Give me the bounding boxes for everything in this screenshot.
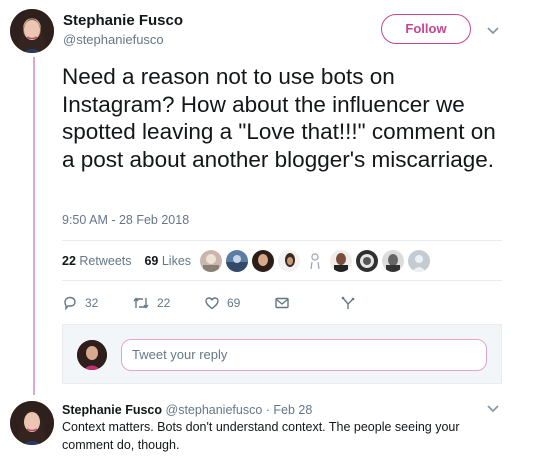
author-handle[interactable]: @stephaniefusco bbox=[63, 32, 164, 47]
liker-avatar[interactable] bbox=[252, 250, 274, 272]
tweet-timestamp[interactable]: 9:50 AM - 28 Feb 2018 bbox=[62, 213, 189, 227]
liker-avatar[interactable] bbox=[382, 250, 404, 272]
reply-action[interactable]: 32 bbox=[62, 292, 98, 314]
liker-avatar[interactable] bbox=[200, 250, 222, 272]
divider bbox=[62, 280, 502, 281]
chevron-down-icon[interactable] bbox=[486, 401, 500, 415]
reply-count: 32 bbox=[85, 296, 99, 310]
heart-icon bbox=[205, 297, 219, 310]
current-user-avatar[interactable] bbox=[77, 340, 107, 370]
liker-avatar[interactable] bbox=[226, 250, 248, 272]
analytics-action[interactable] bbox=[340, 292, 363, 314]
chevron-down-icon[interactable] bbox=[486, 23, 500, 37]
liker-avatar[interactable] bbox=[330, 250, 352, 272]
follow-button[interactable]: Follow bbox=[381, 14, 471, 44]
like-count: 69 bbox=[227, 296, 241, 310]
author-avatar[interactable] bbox=[10, 9, 54, 53]
retweets-label[interactable]: Retweets bbox=[79, 254, 131, 268]
direct-message-action[interactable] bbox=[274, 292, 297, 314]
thread-connector-line bbox=[33, 57, 35, 395]
author-name[interactable]: Stephanie Fusco bbox=[63, 12, 183, 29]
retweets-count[interactable]: 22 bbox=[62, 254, 76, 268]
tweet-header: Stephanie Fusco @stephaniefusco Follow bbox=[0, 0, 533, 60]
reply-input[interactable]: Tweet your reply bbox=[121, 339, 487, 371]
reply-composer: Tweet your reply bbox=[62, 324, 502, 384]
reply-author-handle[interactable]: @stephaniefusco bbox=[166, 403, 263, 417]
likes-count[interactable]: 69 bbox=[144, 254, 158, 268]
retweet-action[interactable]: 22 bbox=[132, 292, 170, 314]
liker-avatar[interactable] bbox=[278, 250, 300, 272]
like-action[interactable]: 69 bbox=[204, 292, 240, 314]
liker-avatar[interactable] bbox=[408, 250, 430, 272]
reply-icon bbox=[64, 296, 76, 311]
analytics-icon bbox=[341, 296, 355, 309]
message-icon bbox=[275, 297, 289, 309]
reply-author-avatar[interactable] bbox=[10, 401, 54, 445]
reply-separator: · bbox=[262, 403, 274, 417]
divider bbox=[62, 240, 502, 241]
liker-avatar[interactable] bbox=[356, 250, 378, 272]
tweet-actions: 32 22 69 bbox=[62, 292, 502, 314]
tweet-stats: 22 Retweets 69 Likes bbox=[62, 254, 191, 268]
retweet-icon bbox=[133, 297, 149, 309]
reply-text: Context matters. Bots don't understand c… bbox=[62, 420, 460, 452]
retweet-count: 22 bbox=[157, 296, 171, 310]
reply-author-name[interactable]: Stephanie Fusco bbox=[62, 403, 162, 417]
liker-avatar[interactable] bbox=[304, 250, 326, 272]
reply-header: Stephanie Fusco @stephaniefusco · Feb 28 bbox=[62, 403, 312, 417]
reply-date[interactable]: Feb 28 bbox=[273, 403, 312, 417]
likes-label[interactable]: Likes bbox=[162, 254, 191, 268]
tweet-text: Need a reason not to use bots on Instagr… bbox=[62, 64, 496, 172]
